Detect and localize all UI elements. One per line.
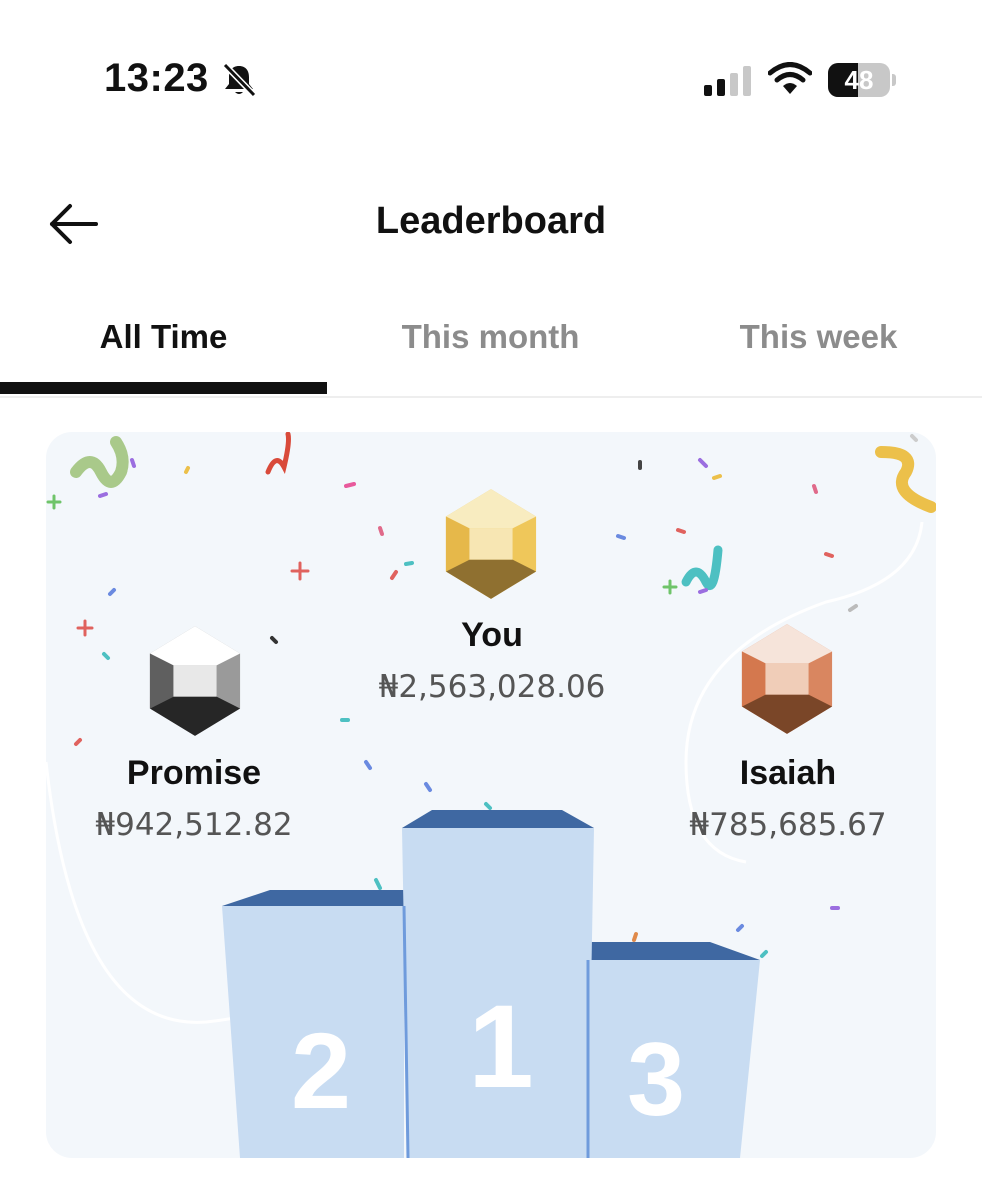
player-name-second: Promise: [126, 754, 262, 792]
wifi-icon: [768, 62, 812, 94]
player-first: You ₦2,563,028.06: [342, 616, 642, 705]
gold-gem-icon: [445, 489, 537, 599]
page-title: Leaderboard: [375, 200, 607, 242]
battery-body: 48: [828, 63, 890, 97]
active-tab-indicator: [0, 382, 327, 394]
player-amount-third: ₦785,685.67: [689, 807, 887, 843]
status-bar: 13:23 48: [0, 0, 982, 160]
tab-this-week[interactable]: This week: [655, 300, 982, 396]
rank-2-label: 2: [290, 1010, 352, 1131]
battery-level: 48: [844, 65, 874, 95]
player-name-first: You: [461, 616, 523, 654]
player-third: Isaiah ₦785,685.67: [650, 754, 926, 843]
battery-nub: [892, 74, 896, 86]
mute-icon: [222, 62, 257, 98]
player-amount-first: ₦2,563,028.06: [378, 669, 606, 705]
podium-first-top: [402, 810, 594, 828]
bronze-gem-icon: [741, 624, 833, 734]
leaderboard-card: 2 1 3 You ₦2,563,028.06 Promise ₦942,512…: [46, 432, 936, 1158]
silver-gem-icon: [149, 626, 241, 736]
battery-icon: 48: [828, 63, 896, 97]
podium-second-top: [222, 890, 404, 906]
status-time: 13:23: [104, 56, 209, 100]
rank-1-label: 1: [468, 981, 534, 1113]
podium-third-top: [588, 942, 760, 960]
tab-bar: All Time This month This week: [0, 300, 982, 398]
tab-this-month[interactable]: This month: [327, 300, 654, 396]
signal-icon: [704, 66, 751, 96]
player-name-third: Isaiah: [739, 754, 837, 792]
rank-3-label: 3: [627, 1022, 685, 1138]
player-amount-second: ₦942,512.82: [95, 807, 293, 843]
player-second: Promise ₦942,512.82: [56, 754, 332, 843]
